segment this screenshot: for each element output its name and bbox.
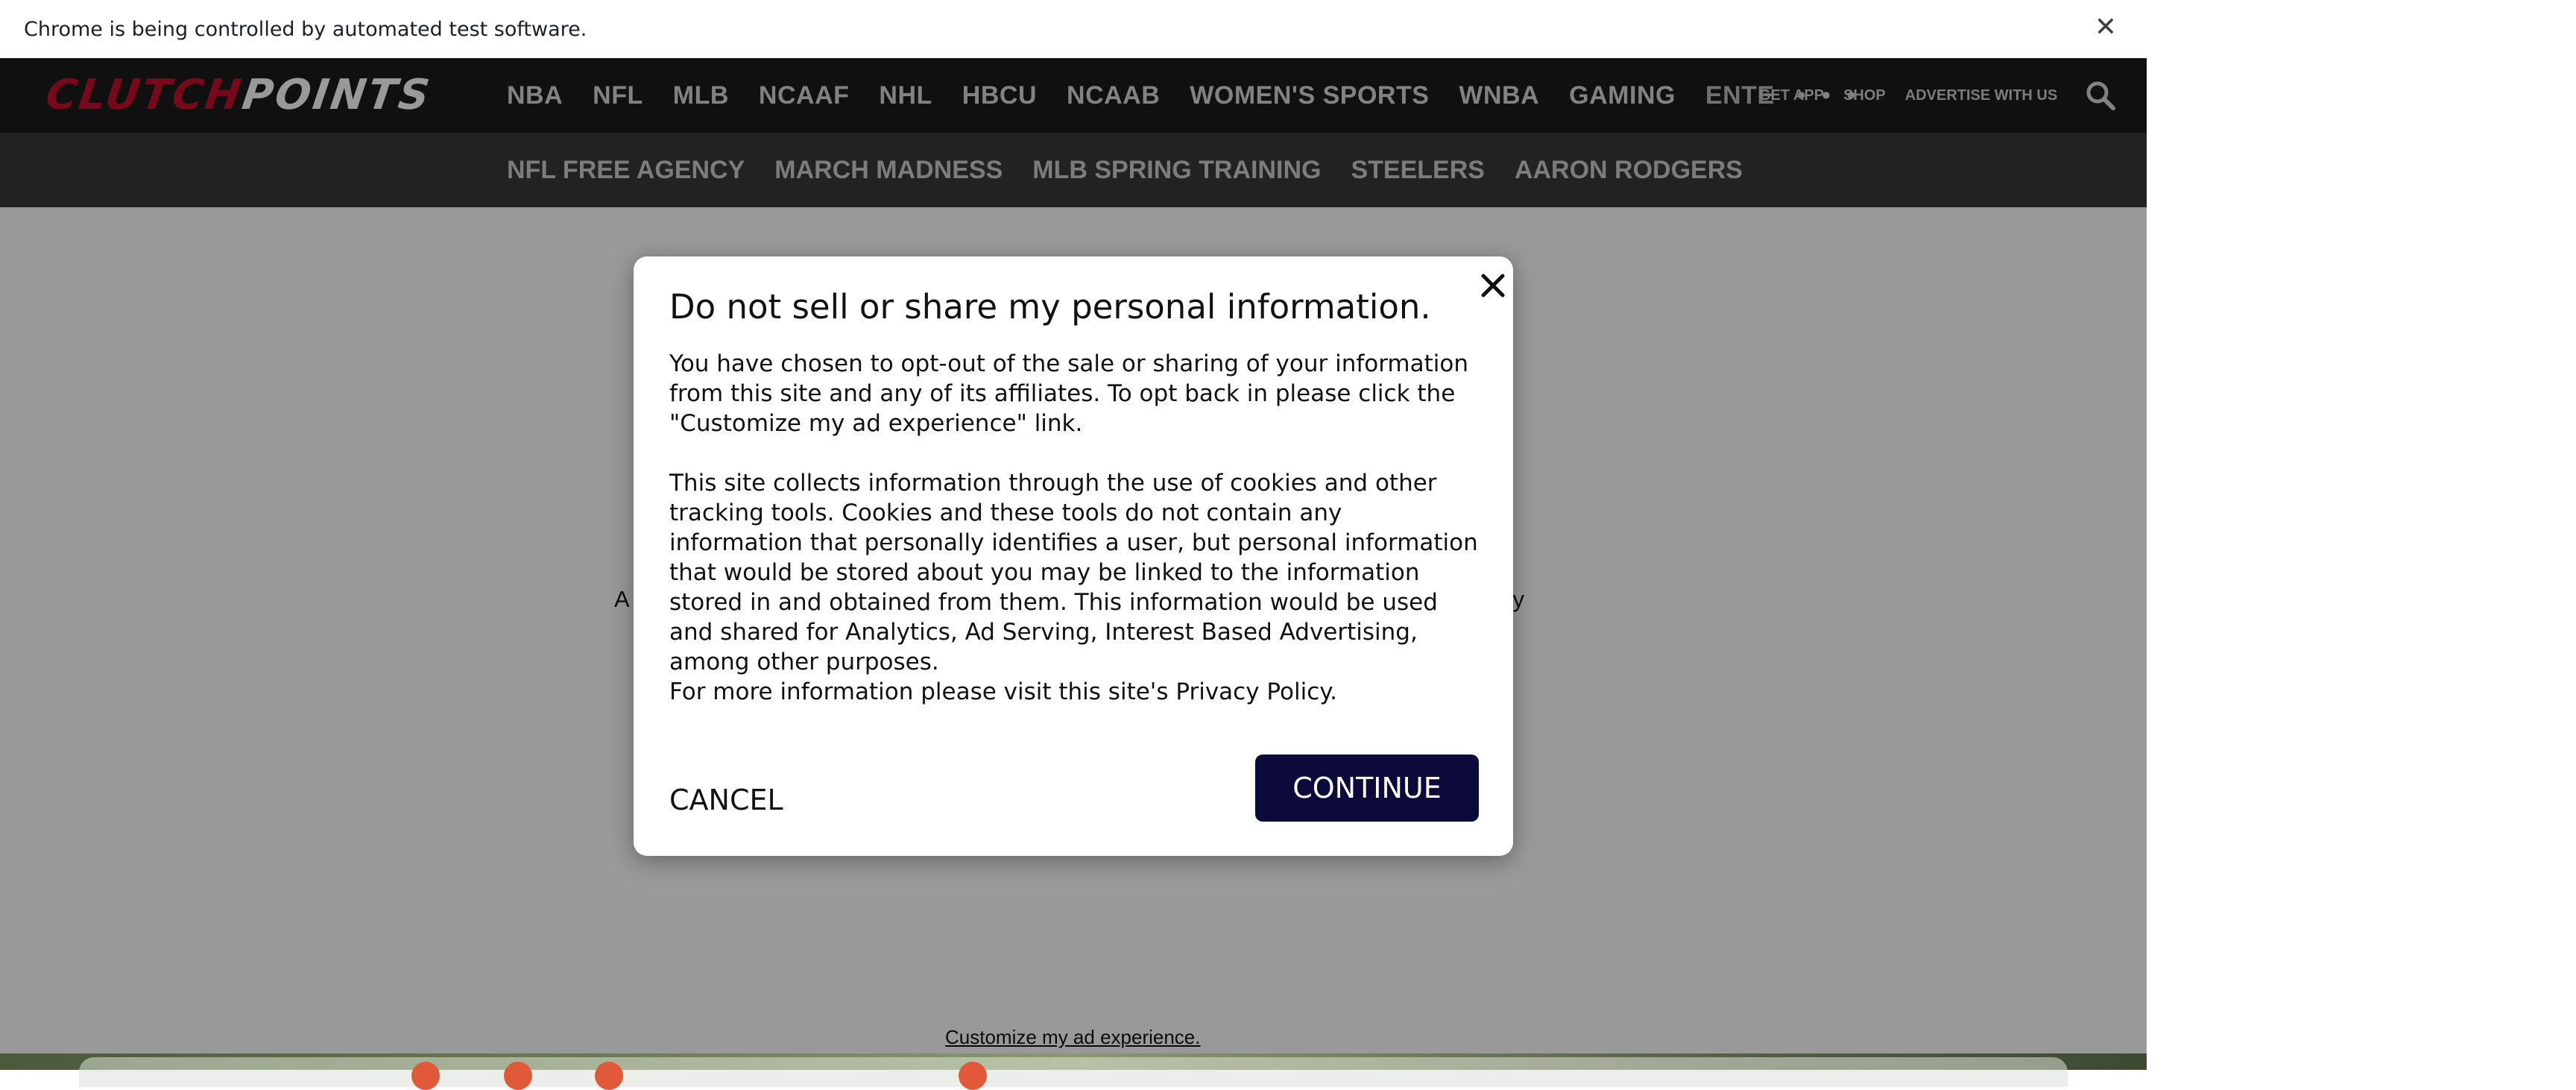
dialog-paragraph-opt-out: You have chosen to opt-out of the sale o… xyxy=(669,350,1468,437)
close-icon[interactable] xyxy=(1474,267,1512,304)
dialog-paragraph-cookies: This site collects information through t… xyxy=(669,470,1478,675)
dock-app-icon[interactable] xyxy=(411,1062,440,1090)
dialog-title: Do not sell or share my personal informa… xyxy=(669,287,1431,327)
infobar-message: Chrome is being controlled by automated … xyxy=(24,17,587,41)
automation-infobar: Chrome is being controlled by automated … xyxy=(0,0,2147,59)
dialog-paragraph-privacy: For more information please visit this s… xyxy=(669,678,1338,705)
dock xyxy=(79,1057,2068,1087)
dock-app-icon[interactable] xyxy=(959,1062,987,1090)
privacy-opt-out-dialog: Do not sell or share my personal informa… xyxy=(634,256,1513,856)
blank-area xyxy=(2147,0,2576,1070)
cancel-button[interactable]: CANCEL xyxy=(669,766,783,834)
dock-app-icon[interactable] xyxy=(595,1062,623,1090)
dock-app-icon[interactable] xyxy=(504,1062,532,1090)
infobar-close-icon[interactable]: ✕ xyxy=(2094,12,2117,42)
continue-button[interactable]: CONTINUE xyxy=(1255,755,1479,822)
